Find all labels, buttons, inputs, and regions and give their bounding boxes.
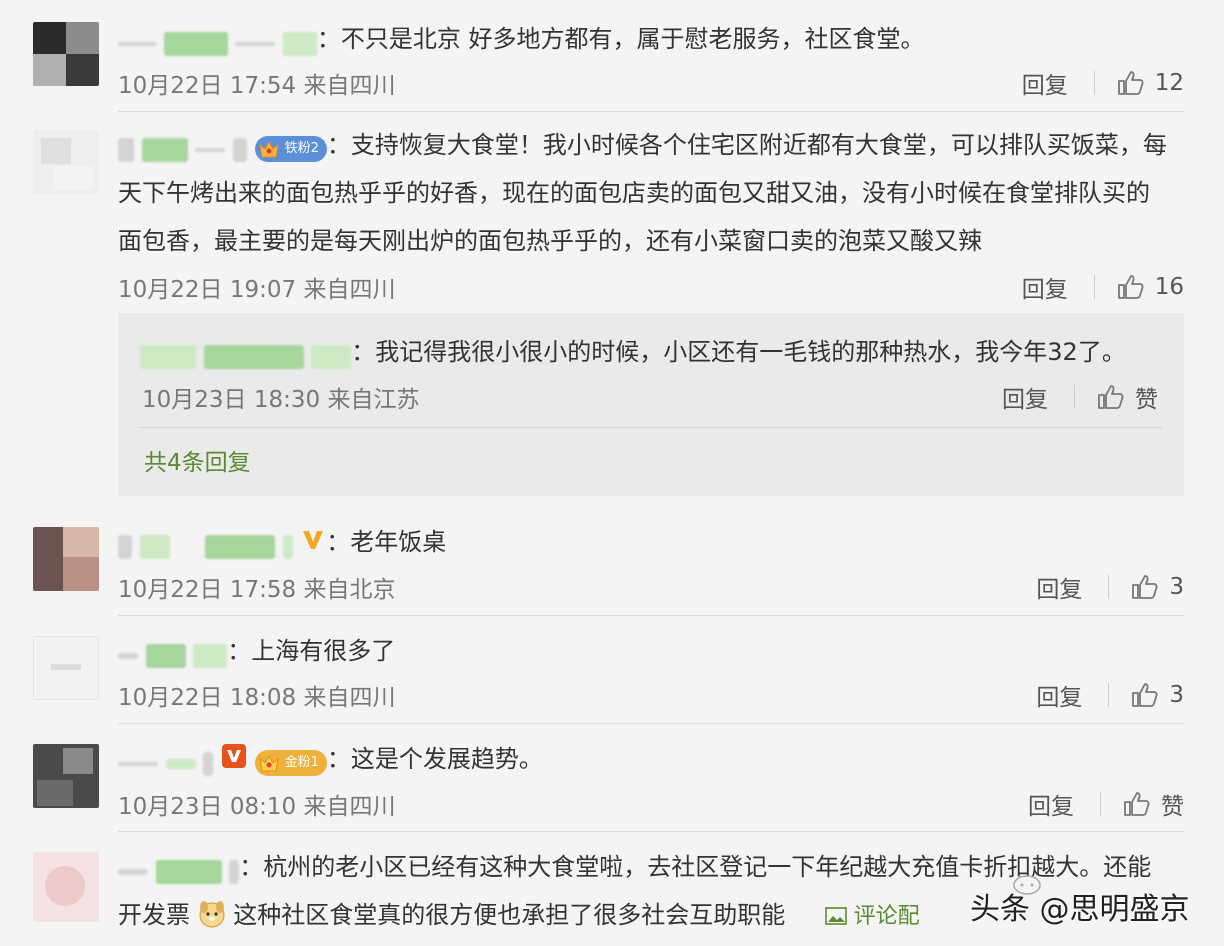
avatar[interactable] [33, 636, 99, 700]
comment-actions: 回复 12 [1022, 66, 1184, 100]
like-label: 赞 [1135, 387, 1158, 413]
comment-actions: 回复 赞 [1028, 787, 1184, 821]
comment-meta: 10月22日 19:07 来自四川 [118, 277, 396, 303]
username[interactable] [118, 632, 228, 668]
comment-text-line: 面包香，最主要的是每天刚出炉的面包热乎乎的，还有小菜窗口卖的泡菜又酸又辣 [118, 227, 982, 255]
username[interactable] [118, 740, 214, 776]
divider [118, 831, 1184, 832]
v-verified-icon [303, 531, 324, 549]
divider [118, 723, 1184, 724]
comment-meta: 10月22日 18:08 来自四川 [118, 685, 396, 711]
comment-meta: 10月23日 08:10 来自四川 [118, 794, 396, 820]
avatar[interactable] [33, 744, 99, 808]
comment-actions: 回复 16 [1022, 270, 1184, 304]
separator [1108, 683, 1110, 707]
username[interactable] [118, 20, 317, 56]
username[interactable] [118, 126, 247, 162]
thumbs-up-icon[interactable] [1123, 791, 1151, 817]
like-count: 3 [1169, 574, 1184, 600]
divider [140, 427, 1162, 428]
thumbs-up-icon[interactable] [1131, 574, 1159, 600]
reply-button[interactable]: 回复 [1022, 66, 1068, 100]
v-verified-icon [221, 744, 246, 768]
crown-icon [258, 754, 279, 772]
thumbs-up-icon[interactable] [1131, 682, 1159, 708]
more-replies-link[interactable]: 共4条回复 [144, 443, 251, 477]
reply-button[interactable]: 回复 [1002, 380, 1048, 414]
reply-button[interactable]: 回复 [1036, 678, 1082, 712]
crown-icon [258, 140, 279, 158]
comment-text: ：上海有很多了 [118, 628, 1184, 674]
divider [118, 111, 1184, 112]
separator [1108, 575, 1110, 599]
sub-reply-meta: 10月23日 18:30 来自江苏 [142, 387, 420, 413]
comment-actions: 回复 3 [1036, 678, 1184, 712]
reply-button[interactable]: 回复 [1028, 787, 1074, 821]
username[interactable] [140, 333, 352, 369]
divider [118, 615, 1184, 616]
sub-reply-actions: 回复 赞 [1002, 380, 1158, 414]
sub-replies-box: ：我记得我很小很小的时候，小区还有一毛钱的那种热水，我今年32了。 10月23日… [118, 313, 1184, 496]
separator [1100, 792, 1101, 816]
avatar[interactable] [33, 22, 99, 86]
fan-badge[interactable]: 金粉1 [254, 750, 327, 776]
comment-text: 铁粉2 ：支持恢复大食堂！我小时候各个住宅区附近都有大食堂，可以排队买饭菜，每 [118, 122, 1184, 168]
comment-meta: 10月22日 17:58 来自北京 [118, 577, 396, 603]
sub-reply-text: ：我记得我很小很小的时候，小区还有一毛钱的那种热水，我今年32了。 [140, 329, 1162, 375]
fan-badge[interactable]: 铁粉2 [254, 136, 327, 162]
avatar[interactable] [33, 130, 99, 194]
comment-meta: 10月22日 17:54 来自四川 [118, 73, 396, 99]
watermark-text: 头条 @思明盛京 [970, 892, 1190, 927]
like-label: 赞 [1161, 794, 1184, 820]
comment-text: ：老年饭桌 [118, 519, 1184, 565]
comment-text: ：不只是北京 好多地方都有，属于慰老服务，社区食堂。 [118, 16, 1184, 62]
separator [1093, 71, 1095, 95]
avatar[interactable] [33, 852, 99, 922]
avatar[interactable] [33, 527, 99, 591]
comment-text: 金粉1 ：这是个发展趋势。 [118, 736, 1184, 782]
like-count: 16 [1154, 274, 1184, 300]
username[interactable] [118, 523, 293, 559]
thumbs-up-icon[interactable] [1117, 274, 1145, 300]
like-count: 12 [1154, 70, 1184, 96]
separator [1074, 385, 1075, 409]
username[interactable] [118, 848, 240, 884]
like-count: 3 [1169, 682, 1184, 708]
thumbs-up-icon[interactable] [1097, 384, 1125, 410]
dog-emoji-icon [199, 901, 225, 928]
reply-button[interactable]: 回复 [1036, 570, 1082, 604]
separator [1093, 275, 1095, 299]
reply-button[interactable]: 回复 [1022, 270, 1068, 304]
image-icon [824, 907, 847, 925]
comment-text-line: 天下午烤出来的面包热乎乎的好香，现在的面包店卖的面包又甜又油，没有小时候在食堂排… [118, 179, 1150, 207]
thumbs-up-icon[interactable] [1117, 70, 1145, 96]
comment-actions: 回复 3 [1036, 570, 1184, 604]
comment-text-line: 开发票 这种社区食堂真的很方便也承担了很多社会互助职能 评论配图 [118, 892, 924, 946]
